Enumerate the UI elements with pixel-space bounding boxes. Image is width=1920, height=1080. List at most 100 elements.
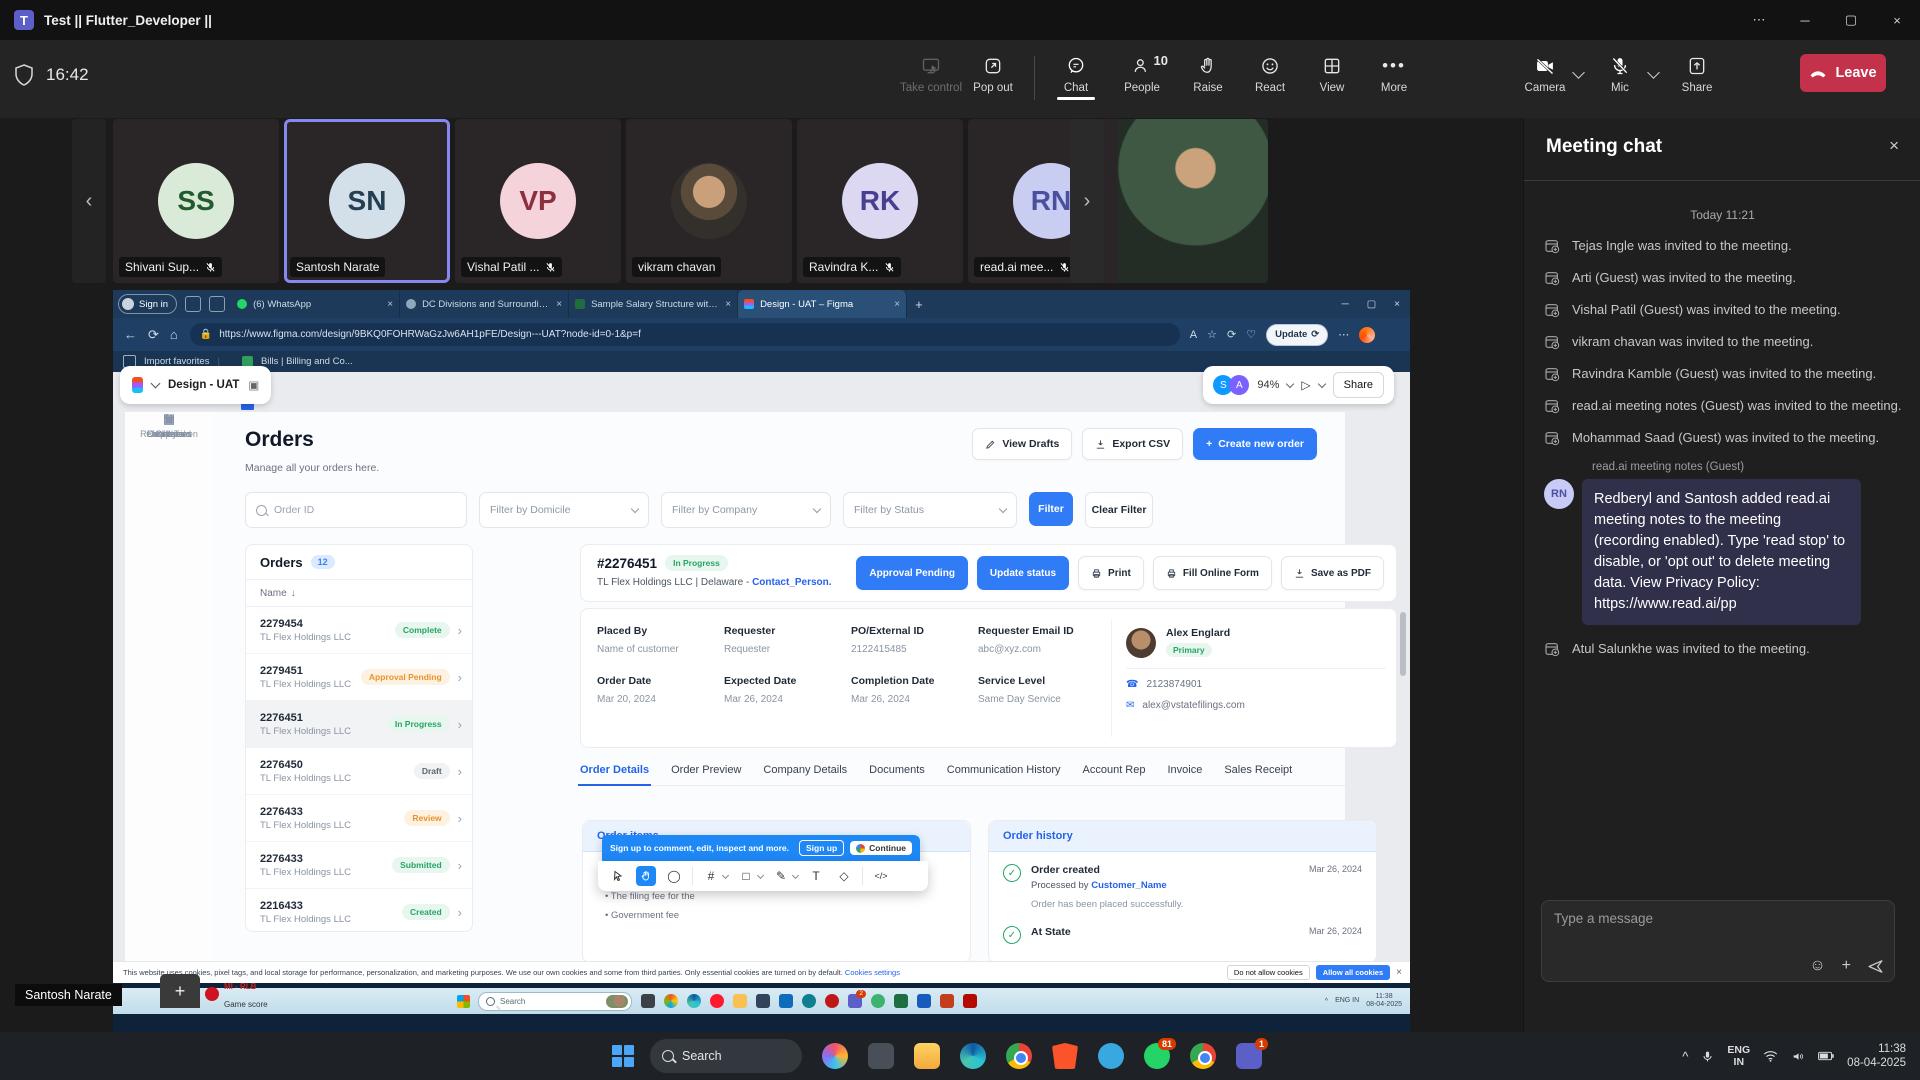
- leave-button[interactable]: Leave: [1800, 54, 1886, 92]
- detail-tab[interactable]: Invoice: [1167, 764, 1202, 776]
- canvas-scrollbar[interactable]: [1400, 612, 1406, 676]
- participant-tile[interactable]: VP Vishal Patil ...: [455, 119, 621, 283]
- order-row[interactable]: 2276433 TL Flex Holdings LLC Review ›: [246, 795, 472, 842]
- order-row[interactable]: 2276433 TL Flex Holdings LLC Submitted ›: [246, 842, 472, 889]
- shared-tray-chevron-icon[interactable]: ^: [1325, 998, 1328, 1005]
- fill-online-form-button[interactable]: Fill Online Form: [1153, 556, 1272, 590]
- close-button[interactable]: ×: [1874, 0, 1920, 40]
- taskbar-app-icon[interactable]: 1: [1236, 1043, 1262, 1069]
- detail-tab[interactable]: Order Preview: [671, 764, 741, 776]
- send-icon[interactable]: [1867, 958, 1884, 975]
- taskbar-search-box[interactable]: Search: [650, 1039, 802, 1073]
- component-tool-icon[interactable]: ◇: [834, 866, 854, 886]
- taskbar-app-icon[interactable]: [1190, 1043, 1216, 1069]
- save-as-pdf-button[interactable]: Save as PDF: [1281, 556, 1384, 590]
- deny-cookies-button[interactable]: Do not allow cookies: [1227, 965, 1310, 980]
- detail-tab[interactable]: Documents: [869, 764, 925, 776]
- chat-input-box[interactable]: Type a message ☺ +: [1541, 900, 1895, 982]
- mic-options-chevron-icon[interactable]: [1647, 66, 1660, 79]
- shape-chevron-icon[interactable]: [757, 871, 764, 878]
- detail-tab[interactable]: Company Details: [763, 764, 847, 776]
- volume-icon[interactable]: [1791, 1050, 1805, 1063]
- shared-taskbar-app-icon[interactable]: [687, 994, 701, 1008]
- close-tab-icon[interactable]: ×: [556, 299, 562, 310]
- hidden-icons-chevron-icon[interactable]: ^: [1682, 1049, 1688, 1064]
- url-field[interactable]: 🔒 https://www.figma.com/design/9BKQ0FOHR…: [190, 323, 1180, 346]
- tab-actions-icon[interactable]: [209, 296, 225, 312]
- chat-button[interactable]: Chat: [1045, 48, 1107, 94]
- shared-taskbar-app-icon[interactable]: [641, 994, 655, 1008]
- zoom-chevron-icon[interactable]: [1286, 379, 1294, 387]
- new-tab-button[interactable]: +: [915, 297, 923, 312]
- shared-start-icon[interactable]: [457, 995, 470, 1008]
- google-continue-button[interactable]: Continue: [850, 841, 912, 855]
- taskbar-app-icon[interactable]: [1098, 1043, 1124, 1069]
- order-row[interactable]: 2216433 TL Flex Holdings LLC Created ›: [246, 889, 472, 932]
- present-play-icon[interactable]: ▷: [1301, 378, 1310, 392]
- filter-clear-button[interactable]: Clear Filter: [1085, 492, 1153, 528]
- browser-tab[interactable]: Sample Salary Structure with calc ×: [569, 290, 738, 318]
- filter-status-dropdown[interactable]: Filter by Status: [843, 492, 1017, 528]
- attach-plus-icon[interactable]: +: [1842, 957, 1851, 975]
- shared-taskbar-app-icon[interactable]: [710, 994, 724, 1008]
- approval-pending-button[interactable]: Approval Pending: [856, 556, 968, 590]
- react-button[interactable]: React: [1239, 48, 1301, 94]
- maximize-button[interactable]: ▢: [1828, 0, 1874, 40]
- taskbar-app-icon[interactable]: [822, 1043, 848, 1069]
- zoom-level[interactable]: 94%: [1257, 379, 1279, 391]
- customer-name-link[interactable]: Customer_Name: [1091, 880, 1167, 891]
- shared-taskbar-app-icon[interactable]: [802, 994, 816, 1008]
- figma-share-button[interactable]: Share: [1333, 372, 1384, 398]
- participant-tile[interactable]: vikram chavan: [626, 119, 792, 283]
- figma-logo-icon[interactable]: [132, 377, 143, 393]
- participant-tile[interactable]: RN read.ai mee...: [968, 119, 1134, 283]
- battery-icon[interactable]: [1818, 1051, 1834, 1061]
- order-row[interactable]: 2276450 TL Flex Holdings LLC Draft ›: [246, 748, 472, 795]
- close-tab-icon[interactable]: ×: [725, 299, 731, 310]
- annotation-plus-icon[interactable]: +: [160, 974, 200, 1008]
- more-actions-button[interactable]: ••• More: [1363, 48, 1425, 94]
- cookies-settings-link[interactable]: Cookies settings: [845, 968, 900, 977]
- collaborator-avatar[interactable]: A: [1229, 375, 1249, 395]
- home-icon[interactable]: ⌂: [170, 327, 178, 342]
- order-id-search-input[interactable]: Order ID: [245, 492, 467, 528]
- language-indicator[interactable]: ENGIN: [1727, 1044, 1750, 1068]
- extensions-icon[interactable]: ⟳: [1227, 328, 1236, 341]
- browser-tab[interactable]: Design - UAT – Figma ×: [738, 290, 907, 318]
- browser-minimize-icon[interactable]: ─: [1342, 299, 1349, 310]
- view-drafts-button[interactable]: View Drafts: [972, 428, 1072, 460]
- read-aloud-icon[interactable]: A: [1190, 329, 1197, 341]
- minimize-button[interactable]: ─: [1782, 0, 1828, 40]
- shared-taskbar-app-icon[interactable]: [871, 994, 885, 1008]
- detail-tab[interactable]: Order Details: [580, 764, 649, 776]
- order-row[interactable]: 2276451 TL Flex Holdings LLC In Progress…: [246, 701, 472, 748]
- shared-language-indicator[interactable]: ENG IN: [1335, 997, 1359, 1005]
- participant-tile[interactable]: SN Santosh Narate: [284, 119, 450, 283]
- shared-taskbar-app-icon[interactable]: [963, 994, 977, 1008]
- tray-mic-icon[interactable]: [1701, 1050, 1714, 1063]
- close-tab-icon[interactable]: ×: [387, 299, 393, 310]
- contact-email[interactable]: alex@vstatefilings.com: [1142, 700, 1244, 711]
- contact-phone[interactable]: 2123874901: [1146, 679, 1202, 690]
- present-chevron-icon[interactable]: [1317, 379, 1325, 387]
- browser-signin-button[interactable]: Sign in: [118, 294, 177, 314]
- raise-hand-button[interactable]: Raise: [1177, 48, 1239, 94]
- allow-cookies-button[interactable]: Allow all cookies: [1316, 965, 1390, 980]
- figma-menu-chevron-icon[interactable]: [151, 378, 161, 388]
- browser-assistant-icon[interactable]: [1359, 327, 1375, 343]
- taskbar-app-icon[interactable]: [1006, 1043, 1032, 1069]
- update-status-button[interactable]: Update status: [977, 556, 1069, 590]
- browser-tab[interactable]: (6) WhatsApp ×: [231, 290, 400, 318]
- shared-taskbar-app-icon[interactable]: [779, 994, 793, 1008]
- mic-button[interactable]: Mic: [1591, 48, 1649, 94]
- close-cookie-icon[interactable]: ×: [1396, 967, 1402, 978]
- wifi-icon[interactable]: [1763, 1050, 1778, 1062]
- shared-taskbar-app-icon[interactable]: [733, 994, 747, 1008]
- shared-taskbar-app-icon[interactable]: [917, 994, 931, 1008]
- shared-taskbar-app-icon[interactable]: [664, 994, 678, 1008]
- figma-signup-button[interactable]: Sign up: [799, 840, 844, 856]
- filter-company-dropdown[interactable]: Filter by Company: [661, 492, 831, 528]
- filter-apply-button[interactable]: Filter: [1029, 492, 1073, 526]
- start-button[interactable]: [612, 1045, 634, 1067]
- detail-tab[interactable]: Sales Receipt: [1224, 764, 1292, 776]
